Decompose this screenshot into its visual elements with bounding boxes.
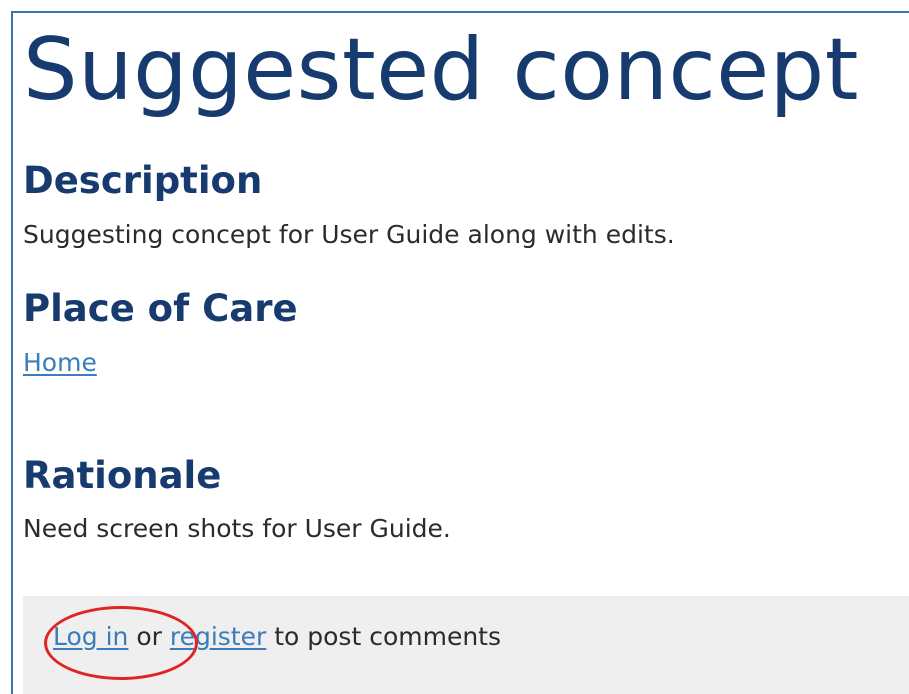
comments-or-text: or [128, 622, 170, 651]
rationale-text: Need screen shots for User Guide. [23, 514, 451, 543]
place-of-care-home-link[interactable]: Home [23, 348, 97, 377]
register-link[interactable]: register [170, 622, 266, 651]
page-title: Suggested concept [23, 20, 859, 120]
comments-suffix-text: to post comments [266, 622, 502, 651]
comments-login-bar: Log in or register to post comments [23, 596, 909, 694]
login-link[interactable]: Log in [53, 622, 128, 651]
place-of-care-heading: Place of Care [23, 287, 298, 330]
description-text: Suggesting concept for User Guide along … [23, 220, 675, 249]
description-heading: Description [23, 159, 263, 202]
comments-login-prompt: Log in or register to post comments [53, 620, 501, 654]
place-of-care-value: Home [23, 346, 97, 380]
rationale-heading: Rationale [23, 454, 222, 497]
content-frame: Suggested concept Description Suggesting… [11, 11, 909, 694]
